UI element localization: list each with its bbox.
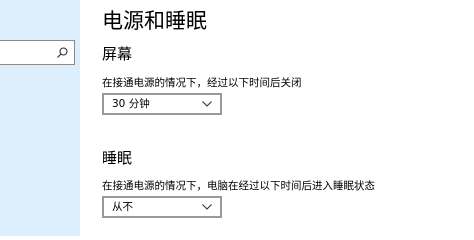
chevron-down-icon [202,101,212,107]
screen-timeout-label: 在接通电源的情况下，经过以下时间后关闭 [102,77,302,89]
sleep-timeout-dropdown[interactable]: 从不 [102,196,222,218]
chevron-down-icon [202,204,212,210]
search-input[interactable] [0,40,75,65]
sleep-timeout-label: 在接通电源的情况下，电脑在经过以下时间后进入睡眠状态 [102,180,375,192]
search-icon[interactable] [56,46,69,59]
page-title: 电源和睡眠 [102,9,207,33]
screen-heading: 屏幕 [102,45,133,63]
sleep-heading: 睡眠 [102,149,133,167]
screen-timeout-dropdown[interactable]: 30 分钟 [102,93,222,115]
settings-sidebar [0,0,80,236]
sleep-timeout-value: 从不 [112,201,133,213]
power-sleep-panel: 电源和睡眠 屏幕 在接通电源的情况下，经过以下时间后关闭 30 分钟 睡眠 在接… [80,0,474,236]
screen-timeout-value: 30 分钟 [112,98,150,110]
